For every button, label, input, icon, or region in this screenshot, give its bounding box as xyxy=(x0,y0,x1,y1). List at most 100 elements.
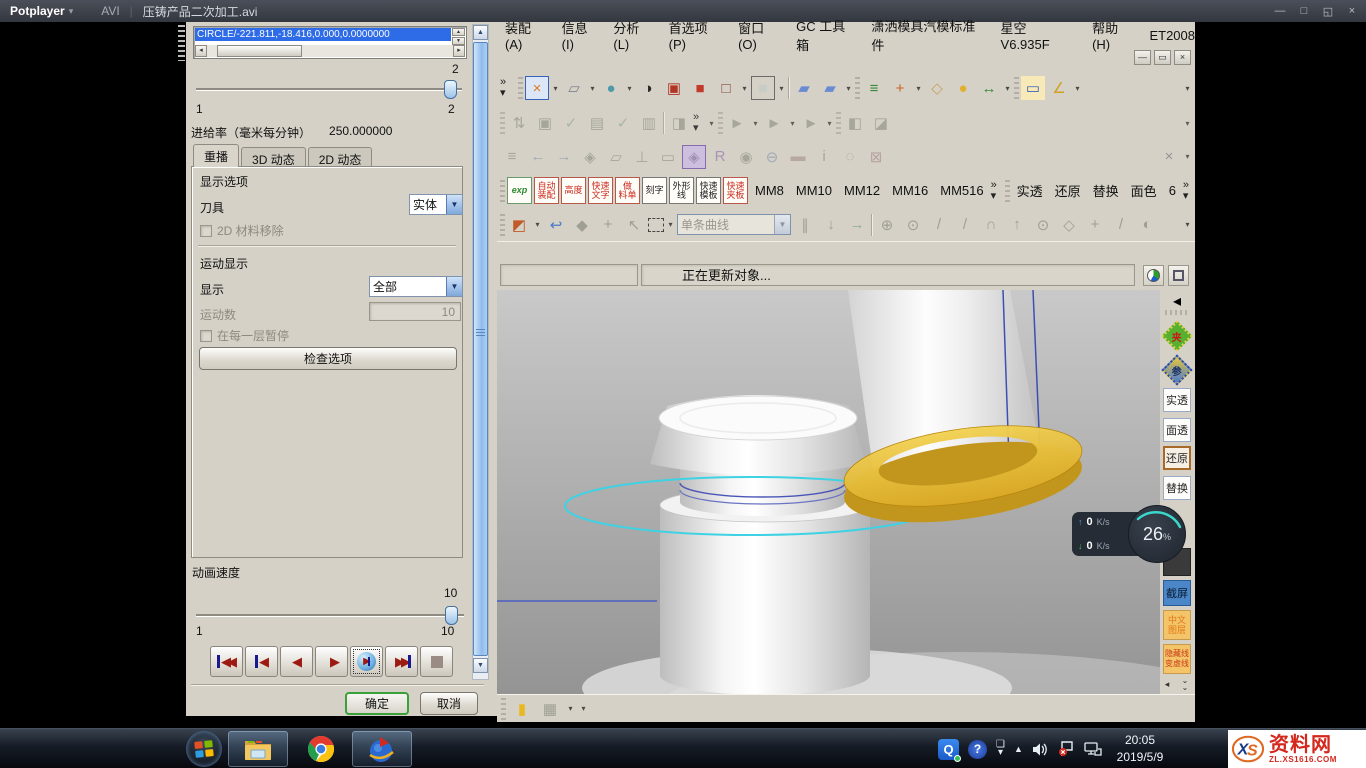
wireframe-body-icon[interactable]: ▣ xyxy=(662,76,686,100)
simulate-machine-icon[interactable]: ◨ xyxy=(667,111,691,135)
clamp-display-icon[interactable]: ⊖ xyxy=(760,145,784,169)
go-to-end-button[interactable]: ▶▶ xyxy=(385,646,418,677)
object-display-icon[interactable]: ● xyxy=(951,76,975,100)
mm16-button[interactable]: MM16 xyxy=(892,183,928,198)
view-cube-icon[interactable]: ▦ xyxy=(538,697,562,721)
outline-button[interactable]: 外形 线 xyxy=(669,177,694,204)
snap-line-icon[interactable]: / xyxy=(927,213,951,237)
cad-close-icon[interactable]: × xyxy=(1174,50,1191,65)
section-view-icon[interactable]: ▰ xyxy=(792,76,816,100)
quick-text-button[interactable]: 快速 文字 xyxy=(588,177,613,204)
menu-preferences[interactable]: 首选项(P) xyxy=(669,18,724,52)
checkbox-icon[interactable] xyxy=(200,330,212,342)
measure-angle-icon[interactable]: ∠ xyxy=(1047,76,1071,100)
memory-ball[interactable]: 26 % xyxy=(1128,505,1186,563)
reference-diamond-icon[interactable]: 参 xyxy=(1163,356,1191,384)
dropdown-caret[interactable]: ▾ xyxy=(1183,84,1192,93)
gcode-listbox[interactable]: CIRCLE/-221.811,-18.416,0.000,0.0000000 … xyxy=(193,26,467,59)
dropdown-caret[interactable]: ▾ xyxy=(751,119,760,128)
stop-button[interactable] xyxy=(420,646,453,677)
eraser-icon[interactable]: ▬ xyxy=(786,145,810,169)
tab-2d-dynamic[interactable]: 2D 动态 xyxy=(308,147,373,167)
play-backward-button[interactable]: ◀ xyxy=(280,646,313,677)
move-object-icon[interactable]: ◇ xyxy=(925,76,949,100)
layer-settings-icon[interactable]: ≡ xyxy=(862,76,886,100)
help-tray-icon[interactable]: ? xyxy=(968,740,987,759)
auto-assembly-button[interactable]: 自动 装配 xyxy=(534,177,559,204)
tool-combo[interactable]: 实体 ▼ xyxy=(409,194,463,215)
snap-orient-icon[interactable]: ↩ xyxy=(544,213,568,237)
checkbox-icon[interactable] xyxy=(200,225,212,237)
cube-display-icon[interactable]: ⊠ xyxy=(864,145,888,169)
chinese-layer-button[interactable]: 中文 图层 xyxy=(1163,610,1191,640)
vscroll-up-icon[interactable]: ▲ xyxy=(473,25,488,40)
play-forward-button[interactable]: ▶ xyxy=(315,646,348,677)
vscroll-down-icon[interactable]: ▼ xyxy=(473,658,488,673)
cancel-button[interactable]: 取消 xyxy=(420,692,478,715)
dropdown-caret[interactable]: ▾ xyxy=(533,220,542,229)
maximize-icon[interactable]: □ xyxy=(1296,5,1312,17)
postprocess-icon[interactable]: ✓ xyxy=(611,111,635,135)
menu-assembly[interactable]: 装配(A) xyxy=(505,18,548,52)
viewport-3d[interactable] xyxy=(497,290,1160,694)
mesh-display-icon[interactable]: ◉ xyxy=(734,145,758,169)
dropdown-caret[interactable]: ▾ xyxy=(914,84,923,93)
scroll-right-arrow-icon[interactable]: ▸ xyxy=(453,45,465,57)
rename-icon[interactable]: R xyxy=(708,145,732,169)
sidebar-restore-button[interactable]: 还原 xyxy=(1163,446,1191,470)
fullscreen-icon[interactable]: ◱ xyxy=(1320,5,1336,18)
snap-endpoint-icon[interactable]: ⊕ xyxy=(875,213,899,237)
dialog-vscrollbar[interactable]: ▲ ▼ xyxy=(472,24,489,680)
taskbar-chrome-button[interactable] xyxy=(294,731,348,767)
background-color-icon[interactable]: ■ xyxy=(751,76,775,100)
redo-forward-icon[interactable]: → xyxy=(552,145,576,169)
menu-information[interactable]: 信息(I) xyxy=(562,18,600,52)
overflow-chevron[interactable]: »▾ xyxy=(693,112,705,134)
taskbar-clock[interactable]: 20:05 2019/5/9 xyxy=(1098,732,1182,766)
clock-progress-icon[interactable] xyxy=(1143,265,1164,286)
vscroll-thumb[interactable] xyxy=(473,42,488,656)
scroll-left-icon[interactable]: ◂ xyxy=(1160,678,1174,690)
turn-operation-icon[interactable]: ► xyxy=(799,111,823,135)
taskbar-explorer-button[interactable] xyxy=(228,731,288,767)
dropdown-caret[interactable]: ▾ xyxy=(625,84,634,93)
snap-spline-icon[interactable]: ∩ xyxy=(979,213,1003,237)
mm8-button[interactable]: MM8 xyxy=(755,183,784,198)
quick-clamp-button[interactable]: 快速 夹板 xyxy=(723,177,748,204)
exp-button[interactable]: exp xyxy=(507,177,532,204)
list-spinner[interactable]: ▲▼ xyxy=(452,28,465,45)
rectangle-select-icon[interactable] xyxy=(648,218,664,232)
zoom-view-icon[interactable]: ⊥ xyxy=(630,145,654,169)
menu-xingkong[interactable]: 星空 V6.935F xyxy=(1001,18,1079,52)
sidebar-translucent-button[interactable]: 实透 xyxy=(1163,388,1191,412)
wcs-orientation-icon[interactable]: + xyxy=(888,76,912,100)
show-hidden-icons[interactable]: ▲ xyxy=(1014,744,1023,754)
overflow-chevron[interactable]: »▾ xyxy=(991,180,1003,202)
snap-intersect-icon[interactable]: + xyxy=(1083,213,1107,237)
create-tool-icon[interactable]: ◧ xyxy=(843,111,867,135)
snap-go-icon[interactable]: → xyxy=(845,213,869,237)
scroll-down-icon[interactable]: ⌄⌄ xyxy=(1178,676,1192,692)
play-button[interactable]: ▶ xyxy=(350,646,383,677)
sidebar-replace-button[interactable]: 替换 xyxy=(1163,476,1191,500)
solid-filter-icon[interactable]: ◆ xyxy=(570,213,594,237)
dropdown-caret[interactable]: ▾ xyxy=(1183,152,1192,161)
selection-filter-icon[interactable]: ◩ xyxy=(507,213,531,237)
qq-tray-icon[interactable]: Q xyxy=(938,739,959,760)
close-x-icon[interactable]: × xyxy=(1157,145,1181,169)
show-hide-icon[interactable]: ↔ xyxy=(977,76,1001,100)
rotate-view-icon[interactable]: ◈ xyxy=(578,145,602,169)
menu-gc-toolbox[interactable]: GC 工具箱 xyxy=(796,16,857,54)
dropdown-caret[interactable]: ▾ xyxy=(844,84,853,93)
fit-view-icon[interactable]: × xyxy=(525,76,549,100)
section-curve-icon[interactable]: ▰ xyxy=(818,76,842,100)
step-back-button[interactable]: ◀ xyxy=(245,646,278,677)
cad-restore-icon[interactable]: ▭ xyxy=(1154,50,1171,65)
color6-button[interactable]: 6 xyxy=(1169,183,1176,198)
taskbar-player-button[interactable] xyxy=(352,731,412,767)
mm12-button[interactable]: MM12 xyxy=(844,183,880,198)
list-hscrollbar[interactable]: ◂ ▸ xyxy=(195,45,465,57)
dropdown-caret[interactable]: ▾ xyxy=(1073,84,1082,93)
scroll-left-arrow-icon[interactable]: ◂ xyxy=(195,45,207,57)
speed-slider-handle[interactable] xyxy=(445,606,458,625)
